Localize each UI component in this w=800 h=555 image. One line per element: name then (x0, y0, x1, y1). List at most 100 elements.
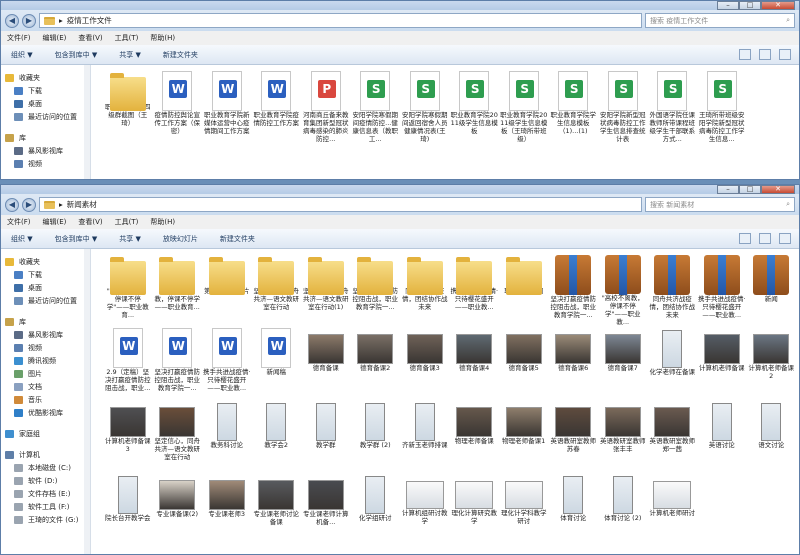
menu-help[interactable]: 帮助(H) (150, 217, 175, 227)
nav-item[interactable]: 腾讯视频 (1, 354, 90, 367)
file-item[interactable]: 计算机老师备课2 (747, 326, 797, 399)
file-item[interactable]: 专业课老师计算机备... (301, 472, 351, 545)
file-item[interactable]: "高校不离教，停课不停学"——职业教育... (103, 253, 153, 326)
search-input[interactable]: 搜索 新闻素材 ⌕ (645, 197, 795, 212)
menu-view[interactable]: 查看(V) (78, 33, 102, 43)
nav-item[interactable]: 收藏夹 (1, 255, 90, 268)
file-item[interactable]: 计算机老师研讨 (648, 472, 698, 545)
file-item[interactable]: 英语教研室教师苏春 (549, 399, 599, 472)
search-input[interactable]: 搜索 疫情工作文件 ⌕ (645, 13, 795, 28)
file-item[interactable]: 携手共进战疫情·只待樱花盛开——职业教... (450, 253, 500, 326)
file-item[interactable]: 计算机老师备课 (697, 326, 747, 399)
file-item[interactable]: 坚定信心，同舟共济—语文教研室在行动 (153, 399, 203, 472)
maximize-button[interactable]: □ (739, 185, 761, 194)
toolbar-button[interactable]: 新建文件夹 (220, 234, 255, 244)
menu-edit[interactable]: 编辑(E) (43, 217, 67, 227)
file-item[interactable]: 理化计算研究教学 (450, 472, 500, 545)
file-item[interactable]: 职业教育学院学生信息模板（1)...(1) (549, 69, 599, 147)
nav-item[interactable]: 库 (1, 131, 90, 144)
back-icon[interactable]: ◀ (5, 13, 19, 28)
file-item[interactable]: 专业课老师3 (202, 472, 252, 545)
nav-item[interactable]: 库 (1, 315, 90, 328)
file-item[interactable]: 2.9高校不离教，停课不停学——职业教育... (153, 253, 203, 326)
file-item[interactable]: 王琦所带班级安阳学院新型冠状病毒防控工作学生信息... (697, 69, 747, 147)
file-item[interactable]: 德育备课3 (400, 326, 450, 399)
menu-tools[interactable]: 工具(T) (115, 217, 139, 227)
file-item[interactable]: 德育备课4 (450, 326, 500, 399)
preview-pane-icon[interactable] (759, 233, 771, 244)
minimize-button[interactable]: – (717, 185, 739, 194)
file-item[interactable]: 携手共进战疫情·只待樱花盛开——职业教... (202, 326, 252, 399)
file-item[interactable]: 物理老师备课1 (499, 399, 549, 472)
file-item[interactable]: 2.9（定稿）坚决打赢疫情防控阻击战，职业... (103, 326, 153, 399)
views-icon[interactable] (739, 233, 751, 244)
file-item[interactable]: 坚定信心，同舟共济—语文教研室在行动 (252, 253, 302, 326)
nav-item[interactable]: 桌面 (1, 281, 90, 294)
nav-item[interactable]: 暴风影视库 (1, 144, 90, 157)
path-field[interactable]: ▸ 新闻素材 (39, 197, 642, 212)
menu-tools[interactable]: 工具(T) (115, 33, 139, 43)
file-item[interactable]: 河南商丘备来教育集团新型冠状病毒感染的肺炎防控... (301, 69, 351, 147)
file-item[interactable]: 职业教育学院2011级学生信息模板 (450, 69, 500, 147)
file-item[interactable]: 理化计学科教学研讨 (499, 472, 549, 545)
title-bar[interactable]: – □ ✕ (1, 185, 799, 194)
file-item[interactable]: 安阳学院寒假期间返回宿舍人员健康情况表(王琦) (400, 69, 450, 147)
nav-item[interactable]: 王琦的文件 (G:) (1, 513, 90, 526)
file-item[interactable]: "高校不离教，停课不停学"——职业教... (598, 253, 648, 326)
file-item[interactable]: 英语讨论 (697, 399, 747, 472)
back-icon[interactable]: ◀ (5, 197, 19, 212)
file-item[interactable]: 坚决打赢疫情防控阻击战，职业教育学院一... (153, 326, 203, 399)
file-item[interactable]: 职教三级群、四级群截图（王琦） (103, 69, 153, 147)
toolbar-button[interactable]: 新建文件夹 (163, 50, 198, 60)
file-item[interactable]: 教学群 (301, 399, 351, 472)
help-icon[interactable] (779, 49, 791, 60)
file-item[interactable]: 德育备课5 (499, 326, 549, 399)
menu-help[interactable]: 帮助(H) (150, 33, 175, 43)
file-item[interactable]: 坚定信心，同舟共济—语文教研室在行动(1) (301, 253, 351, 326)
file-item[interactable]: 教学群 (2) (351, 399, 401, 472)
file-item[interactable]: 职业教育学院疫情防控工作方案 (252, 69, 302, 147)
breadcrumb[interactable]: 新闻素材 (67, 199, 97, 210)
file-item[interactable]: 英语教研室教师郑一茜 (648, 399, 698, 472)
file-item[interactable]: 院长台开教学会 (103, 472, 153, 545)
nav-item[interactable]: 视频 (1, 157, 90, 170)
toolbar-button[interactable]: 组织 ▼ (11, 50, 33, 60)
file-item[interactable]: 德育备课7 (598, 326, 648, 399)
search-icon[interactable]: ⌕ (786, 200, 790, 209)
file-item[interactable]: 职业教育学院新媒体运营中心疫情期间工作方案 (202, 69, 252, 147)
vertical-scrollbar[interactable] (84, 249, 90, 554)
file-item[interactable]: 体育讨论 (549, 472, 599, 545)
nav-item[interactable]: 最近访问的位置 (1, 294, 90, 307)
file-item[interactable]: 携手共进战疫情·只待樱花盛开——职业教... (697, 253, 747, 326)
file-item[interactable]: 外国语学院任课教师所带课程班级学生干部联系方式... (648, 69, 698, 147)
file-item[interactable]: 计算机组研讨教学 (400, 472, 450, 545)
file-item[interactable]: 第二次备课照片 (202, 253, 252, 326)
file-item[interactable]: 新闻 (747, 253, 797, 326)
toolbar-button[interactable]: 包含到库中 ▼ (55, 234, 98, 244)
nav-item[interactable]: 软件 (D:) (1, 474, 90, 487)
file-item[interactable]: 疫情防控舆论宣传工作方案（保密） (153, 69, 203, 147)
nav-item[interactable]: 桌面 (1, 97, 90, 110)
file-item[interactable]: 坚决打赢疫情防控阻击战，职业教育学院一... (351, 253, 401, 326)
file-item[interactable]: 化学组研讨 (351, 472, 401, 545)
title-bar[interactable]: – □ ✕ (1, 1, 799, 10)
file-item[interactable]: 专业课备课(2) (153, 472, 203, 545)
close-button[interactable]: ✕ (761, 185, 795, 194)
nav-item[interactable]: 软件工具 (F:) (1, 500, 90, 513)
toolbar-button[interactable]: 共享 ▼ (119, 50, 141, 60)
toolbar-button[interactable]: 组织 ▼ (11, 234, 33, 244)
maximize-button[interactable]: □ (739, 1, 761, 10)
file-item[interactable]: 语文讨论 (747, 399, 797, 472)
file-item[interactable]: 教务科讨论 (202, 399, 252, 472)
file-item[interactable]: 专业课老师讨论备课 (252, 472, 302, 545)
file-item[interactable]: 齐新玉老师排课 (400, 399, 450, 472)
vertical-scrollbar[interactable] (84, 65, 90, 179)
search-icon[interactable]: ⌕ (786, 16, 790, 25)
nav-item[interactable]: 视频 (1, 341, 90, 354)
views-icon[interactable] (739, 49, 751, 60)
file-item[interactable]: 德育备课2 (351, 326, 401, 399)
file-item[interactable]: 同舟共济战疫情，团结协作战未来 (648, 253, 698, 326)
nav-item[interactable]: 下载 (1, 268, 90, 281)
menu-file[interactable]: 文件(F) (7, 33, 31, 43)
close-button[interactable]: ✕ (761, 1, 795, 10)
